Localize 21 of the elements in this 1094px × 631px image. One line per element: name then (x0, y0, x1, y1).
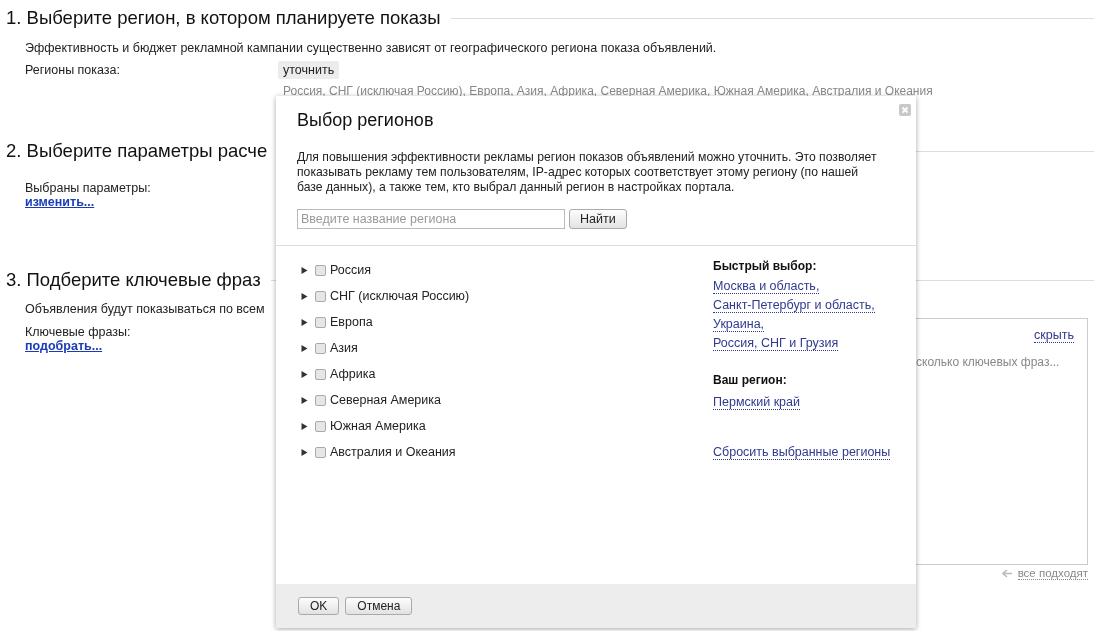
region-label: Европа (330, 315, 373, 329)
quick-select-heading: Быстрый выбор: (713, 259, 818, 273)
section-heading: 2. Выберите параметры расче (6, 140, 268, 162)
region-label: Южная Америка (330, 419, 426, 433)
section-heading: 1. Выберите регион, в котором планируете показы (6, 7, 441, 29)
region-label: Азия (330, 341, 358, 355)
section-description: Объявления будут показываться по всем (25, 302, 265, 316)
region-label: Россия (330, 263, 371, 277)
region-label: Австралия и Океания (330, 445, 456, 459)
field-label: Ключевые фразы: (25, 325, 131, 339)
region-label: СНГ (исключая Россию) (330, 289, 470, 303)
section-heading: 3. Подберите ключевые фраз (6, 269, 261, 291)
field-label: Регионы показа: (25, 62, 122, 79)
your-region-heading: Ваш регион: (713, 373, 788, 387)
region-label: Африка (330, 367, 376, 381)
region-label: Северная Америка (330, 393, 441, 407)
section-description: Эффективность и бюджет рекламной кампании существенно зависят от географического региона показа объявлений. (25, 41, 717, 55)
dialog-description: Для повышения эффективности рекламы регион показов объявлений можно уточнить. Это позволяет показывать рекламу тем пользователям, IP-адрес которых соответствует этому региону (по нашей базе данных), а также тем, кто выбрал данный регион в настройках портала. (297, 150, 878, 195)
regions-summary: Россия, СНГ (исключая Россию), Европа, Азия, Африка, Северная Америка, Южная Америка, Австралия и Океания (282, 84, 933, 98)
dialog-title: Выбор регионов (297, 110, 435, 131)
field-label: Выбраны параметры: (25, 181, 151, 195)
